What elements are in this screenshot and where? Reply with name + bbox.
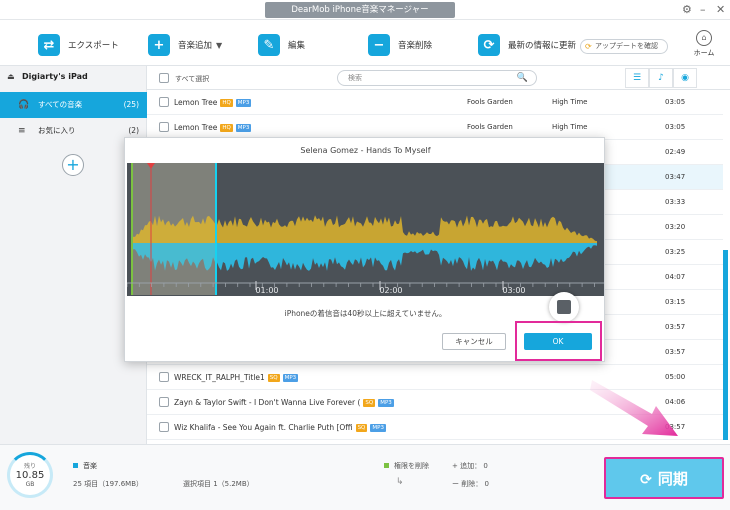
- storage-unit: GB: [25, 481, 35, 488]
- sidebar-item-count: (25): [123, 100, 139, 109]
- waveform: 01:00 02:00 03:00: [126, 163, 604, 296]
- add-playlist-button[interactable]: +: [62, 154, 84, 176]
- music-total: 25 項目（197.6MB）: [73, 480, 144, 488]
- update-check-button[interactable]: アップデートを確認: [580, 39, 668, 54]
- storage-gauge: 残り 10.85 GB: [7, 452, 53, 498]
- storage-value: 10.85: [15, 470, 45, 481]
- artist-view-icon[interactable]: ♪: [649, 68, 673, 88]
- scrollbar[interactable]: [723, 250, 728, 440]
- music-selected: 選択項目 1（5.2MB）: [183, 480, 254, 488]
- view-switcher: ☰ ♪ ◉: [625, 68, 697, 88]
- select-all-label: すべて選択: [175, 75, 210, 83]
- select-all-checkbox[interactable]: [159, 73, 169, 83]
- refresh-label: 最新の情報に更新: [508, 41, 577, 51]
- window-title: DearMob iPhone音楽マネージャー: [265, 2, 455, 18]
- headphones-icon: 🎧: [18, 100, 30, 110]
- settings-icon[interactable]: ⚙: [682, 3, 692, 17]
- close-icon[interactable]: ✕: [716, 3, 725, 17]
- pending-legend-swatch: [384, 463, 389, 468]
- footer: 残り 10.85 GB 音楽 25 項目（197.6MB） 選択項目 1（5.2…: [0, 444, 730, 510]
- toolbar: ⇄ エクスポート + 音楽追加 ▼ ✎ 編集 − 音楽削除 ⟳ 最新の情報に更新…: [0, 20, 730, 66]
- waveform-editor[interactable]: 01:00 02:00 03:00: [126, 163, 604, 296]
- search-placeholder: 検索: [348, 74, 362, 82]
- edit-label: 編集: [288, 41, 306, 51]
- home-icon: ⌂: [696, 30, 712, 46]
- delete-music-label: 音楽削除: [398, 41, 433, 51]
- export-label: エクスポート: [68, 41, 119, 51]
- title-bar: DearMob iPhone音楽マネージャー ⚙ – ✕: [0, 0, 730, 20]
- sidebar-item-label: お気に入り: [38, 126, 76, 135]
- export-icon: ⇄: [38, 34, 60, 56]
- time-label: 02:00: [379, 286, 402, 295]
- chevron-down-icon: ▼: [216, 40, 223, 50]
- refresh-icon: ⟳: [478, 34, 500, 56]
- delete-count: ー 削除： 0: [452, 480, 489, 488]
- list-header: すべて選択 検索 🔍 ☰ ♪ ◉: [147, 66, 730, 90]
- delete-music-button[interactable]: − 音楽削除: [368, 32, 432, 58]
- sidebar-item-label: すべての音楽: [38, 100, 83, 109]
- eject-icon[interactable]: ⏏: [7, 66, 15, 88]
- music-legend-label: 音楽: [83, 462, 97, 470]
- music-legend-swatch: [73, 463, 78, 468]
- refresh-button[interactable]: ⟳ 最新の情報に更新: [478, 32, 576, 58]
- minimize-icon[interactable]: –: [700, 3, 706, 17]
- edit-button[interactable]: ✎ 編集: [258, 32, 305, 58]
- sync-button[interactable]: ⟳ 同期: [604, 457, 724, 499]
- ok-highlight-frame: [515, 321, 602, 361]
- sync-label: 同期: [657, 470, 688, 488]
- dialog-title: Selena Gomez - Hands To Myself: [300, 146, 431, 155]
- stop-icon: [557, 300, 571, 314]
- device-name: Digiarty's iPad: [22, 72, 88, 81]
- playlist-icon: ≡: [18, 126, 26, 136]
- time-label: 03:00: [502, 286, 525, 295]
- selection-tint: [131, 163, 217, 295]
- search-input[interactable]: 検索 🔍: [337, 70, 537, 86]
- pointer-arrow-icon: [590, 380, 678, 436]
- album-view-icon[interactable]: ◉: [673, 68, 697, 88]
- time-label: 01:00: [255, 286, 278, 295]
- sidebar-item-all-music[interactable]: 🎧 すべての音楽 (25): [0, 92, 147, 118]
- add-music-label: 音楽追加: [178, 41, 213, 51]
- storage-label: 残り: [23, 463, 36, 470]
- export-button[interactable]: ⇄ エクスポート: [38, 32, 119, 58]
- home-label: ホーム: [693, 49, 715, 57]
- corner-arrow-icon: ↳: [396, 477, 404, 487]
- add-count: + 追加： 0: [452, 462, 488, 470]
- headphones-minus-icon: −: [368, 34, 390, 56]
- list-view-icon[interactable]: ☰: [625, 68, 649, 88]
- edit-icon: ✎: [258, 34, 280, 56]
- home-button[interactable]: ⌂ ホーム: [691, 30, 717, 58]
- dialog-message: iPhoneの着信音は40秒以上に超えていません。: [284, 309, 447, 318]
- pending-delete-label: 権限を削除: [394, 462, 429, 470]
- device-row[interactable]: ⏏ Digiarty's iPad: [0, 66, 146, 88]
- cancel-button[interactable]: キャンセル: [442, 333, 506, 350]
- sync-icon: ⟳: [640, 472, 652, 488]
- add-music-button[interactable]: + 音楽追加 ▼: [148, 32, 222, 58]
- search-icon[interactable]: 🔍: [517, 71, 528, 85]
- headphones-plus-icon: +: [148, 34, 170, 56]
- stop-button[interactable]: [549, 292, 579, 322]
